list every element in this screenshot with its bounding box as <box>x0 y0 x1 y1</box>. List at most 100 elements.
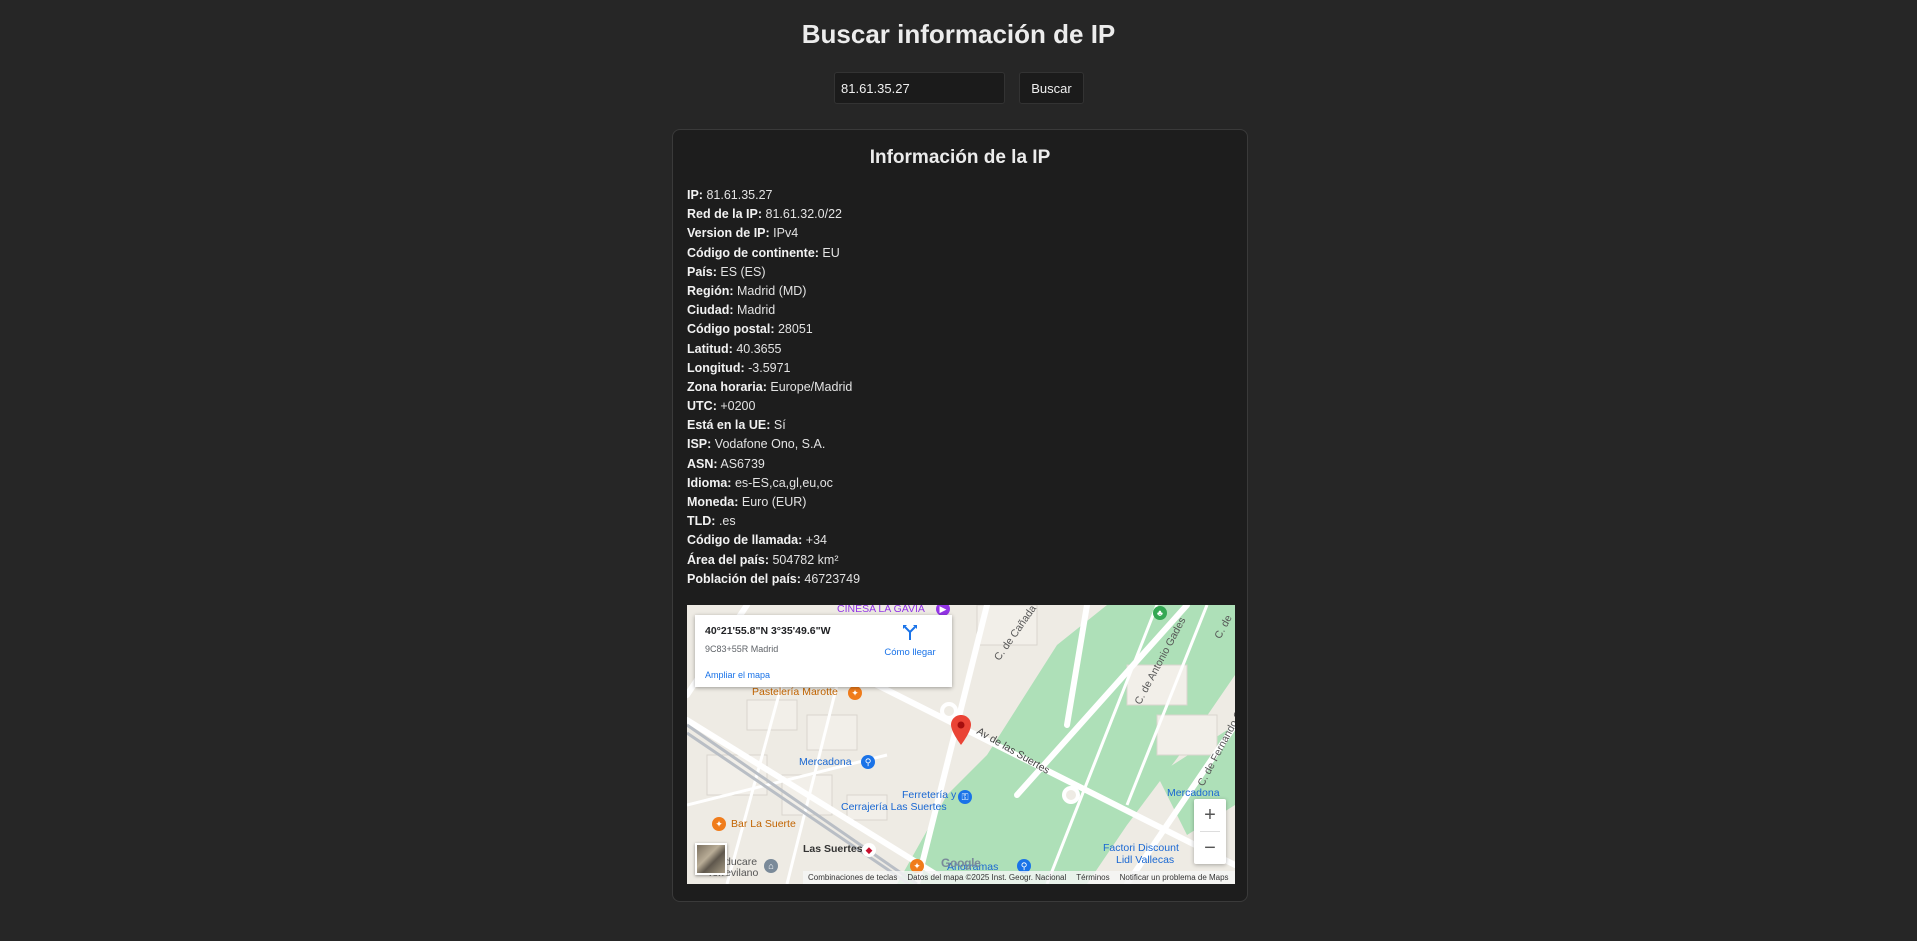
page-title: Buscar información de IP <box>801 19 1116 49</box>
bar-poi-icon[interactable]: ✦ <box>712 817 726 831</box>
map-label-las-suertes: Las Suertes <box>803 843 863 855</box>
field-value: EU <box>822 245 840 260</box>
field-value: +0200 <box>720 399 756 414</box>
field-label: País: <box>687 264 717 279</box>
field-label: Está en la UE: <box>687 418 771 433</box>
field-row-isp: ISP: Vodafone Ono, S.A. <box>687 435 860 454</box>
field-value: 46723749 <box>804 571 861 586</box>
field-row-asn: ASN: AS6739 <box>687 455 860 474</box>
map-embed[interactable]: CINESA LA GAVIA ▶ Pastelería Marotte ✦ M… <box>687 605 1235 884</box>
field-row-language: Idioma: es-ES,ca,gl,eu,oc <box>687 474 860 493</box>
field-label: Código de llamada: <box>687 533 803 548</box>
ip-search-input[interactable] <box>834 72 1005 104</box>
field-value: +34 <box>805 533 827 548</box>
field-value: 81.61.32.0/22 <box>765 207 842 222</box>
field-row-population: Población del país: 46723749 <box>687 570 860 589</box>
park-poi-icon[interactable]: ♣ <box>1153 606 1167 620</box>
field-value: 81.61.35.27 <box>706 188 773 202</box>
field-row-city: Ciudad: Madrid <box>687 301 860 320</box>
field-label: ISP: <box>687 437 712 452</box>
directions-icon <box>903 625 917 640</box>
field-value: Madrid <box>737 303 776 318</box>
field-label: Área del país: <box>687 552 769 567</box>
field-label: Código postal: <box>687 322 775 337</box>
field-row-eu: Está en la UE: Sí <box>687 416 860 435</box>
map-label-bar: Bar La Suerte <box>731 818 796 830</box>
field-value: -3.5971 <box>748 360 791 375</box>
zoom-out-button[interactable]: − <box>1194 832 1226 864</box>
field-row-continent: Código de continente: EU <box>687 244 860 263</box>
field-value: AS6739 <box>720 456 765 471</box>
field-row-ip: IP: 81.61.35.27 <box>687 186 860 205</box>
field-value: Sí <box>773 418 786 433</box>
popup-plus-code: 9C83+55R Madrid <box>705 644 779 654</box>
search-button[interactable]: Buscar <box>1019 72 1084 104</box>
directions-button[interactable]: Cómo llegar <box>880 623 940 658</box>
field-row-longitude: Longitud: -3.5971 <box>687 359 860 378</box>
map-label-factori: Factori Discount <box>1103 842 1179 854</box>
field-label: Latitud: <box>687 341 733 356</box>
field-label: Población del país: <box>687 571 801 586</box>
map-label-cerrajeria: Cerrajería Las Suertes <box>841 801 947 813</box>
map-label-ferreteria: Ferretería y <box>902 789 957 801</box>
lock-poi-icon[interactable]: ⚿ <box>958 790 972 804</box>
field-value: 40.3655 <box>736 341 782 356</box>
field-row-network: Red de la IP: 81.61.32.0/22 <box>687 205 860 224</box>
zoom-controls: + − <box>1194 799 1226 864</box>
field-label: Zona horaria: <box>687 379 767 394</box>
location-pin-icon[interactable] <box>951 715 971 745</box>
map-label-mercadona-2: Mercadona <box>1167 787 1220 799</box>
field-value: IPv4 <box>773 226 799 241</box>
ip-info-card: Información de la IP IP: 81.61.35.27 Red… <box>672 129 1248 902</box>
field-row-timezone: Zona horaria: Europe/Madrid <box>687 378 860 397</box>
bakery-poi-icon[interactable]: ✦ <box>848 686 862 700</box>
metro-station-icon[interactable]: ◆ <box>862 843 876 857</box>
field-value: 504782 km² <box>772 552 839 567</box>
popup-coordinates: 40°21'55.8"N 3°35'49.6"W <box>705 625 831 637</box>
card-title: Información de la IP <box>869 147 1051 168</box>
map-attribution: Combinaciones de teclas Datos del mapa ©… <box>803 871 1235 884</box>
field-label: Región: <box>687 283 734 298</box>
field-row-calling-code: Código de llamada: +34 <box>687 531 860 550</box>
field-row-version: Version de IP: IPv4 <box>687 224 860 243</box>
field-value: Europe/Madrid <box>770 379 853 394</box>
field-label: Ciudad: <box>687 303 734 318</box>
field-list: IP: 81.61.35.27 Red de la IP: 81.61.32.0… <box>687 186 860 589</box>
field-label: UTC: <box>687 399 717 414</box>
field-label: Moneda: <box>687 495 739 509</box>
directions-label: Cómo llegar <box>884 647 936 658</box>
field-value: ES (ES) <box>720 264 766 279</box>
terms-link[interactable]: Términos <box>1076 873 1109 882</box>
field-label: Version de IP: <box>687 226 770 241</box>
field-label: TLD: <box>687 514 716 529</box>
report-problem-link[interactable]: Notificar un problema de Maps <box>1120 873 1229 882</box>
zoom-in-button[interactable]: + <box>1194 799 1226 831</box>
field-row-latitude: Latitud: 40.3655 <box>687 340 860 359</box>
field-label: Longitud: <box>687 360 745 375</box>
map-label-pasteleria: Pastelería Marotte <box>752 686 838 698</box>
google-logo: Google <box>941 856 981 870</box>
map-data-credit: Datos del mapa ©2025 Inst. Geogr. Nacion… <box>907 873 1067 882</box>
map-label-lidl: Lidl Vallecas <box>1116 854 1175 866</box>
school-poi-icon[interactable]: ⌂ <box>764 859 778 873</box>
field-value: Vodafone Ono, S.A. <box>714 437 826 452</box>
map-label-cinesa: CINESA LA GAVIA <box>837 605 925 615</box>
field-value: .es <box>718 514 736 529</box>
enlarge-map-link[interactable]: Ampliar el mapa <box>705 670 770 680</box>
field-value: 28051 <box>777 322 813 337</box>
map-info-popup: 40°21'55.8"N 3°35'49.6"W 9C83+55R Madrid… <box>695 615 952 687</box>
field-row-country: País: ES (ES) <box>687 263 860 282</box>
shop-poi-icon[interactable]: ⚲ <box>861 755 875 769</box>
field-row-postal: Código postal: 28051 <box>687 320 860 339</box>
keyboard-shortcuts-link[interactable]: Combinaciones de teclas <box>808 873 897 882</box>
map-label-mercadona-1: Mercadona <box>799 756 852 768</box>
field-label: IP: <box>687 188 703 202</box>
field-value: Madrid (MD) <box>737 283 807 298</box>
field-label: ASN: <box>687 456 718 471</box>
field-value: Euro (EUR) <box>741 495 807 509</box>
satellite-layer-toggle[interactable] <box>695 843 727 875</box>
field-value: es-ES,ca,gl,eu,oc <box>734 475 833 490</box>
field-label: Red de la IP: <box>687 207 763 222</box>
field-row-utc: UTC: +0200 <box>687 397 860 416</box>
field-row-tld: TLD: .es <box>687 512 860 531</box>
